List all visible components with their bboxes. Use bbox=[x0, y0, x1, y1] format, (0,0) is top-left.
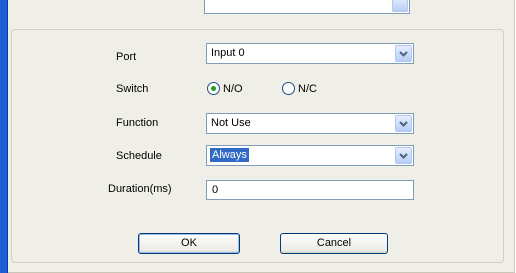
dropdown-button[interactable] bbox=[392, 0, 408, 12]
chevron-down-icon bbox=[399, 121, 408, 127]
function-value: Not Use bbox=[211, 117, 251, 129]
function-select[interactable]: Not Use bbox=[206, 113, 414, 134]
partial-dropdown-field[interactable] bbox=[204, 0, 410, 14]
port-value: Input 0 bbox=[211, 47, 245, 59]
dialog: Port Input 0 Switch N/O N/C Function Not… bbox=[8, 0, 515, 273]
schedule-dropdown-button[interactable] bbox=[395, 147, 412, 164]
schedule-select[interactable]: Always bbox=[206, 145, 414, 166]
schedule-label: Schedule bbox=[116, 150, 162, 162]
switch-radio-nc[interactable]: N/C bbox=[282, 82, 317, 95]
function-label: Function bbox=[116, 117, 159, 129]
port-select[interactable]: Input 0 bbox=[206, 43, 414, 64]
radio-label-no: N/O bbox=[223, 82, 243, 95]
schedule-value: Always bbox=[210, 148, 249, 162]
duration-label: Duration(ms) bbox=[108, 183, 172, 195]
port-dropdown-button[interactable] bbox=[395, 45, 412, 62]
chevron-down-icon bbox=[399, 153, 408, 159]
switch-radio-no[interactable]: N/O bbox=[207, 82, 243, 95]
function-dropdown-button[interactable] bbox=[395, 115, 412, 132]
switch-label: Switch bbox=[116, 83, 149, 95]
window-frame-edge bbox=[0, 0, 8, 273]
port-label: Port bbox=[116, 51, 137, 63]
radio-circle bbox=[207, 82, 220, 95]
duration-input[interactable]: 0 bbox=[206, 180, 414, 200]
ok-button[interactable]: OK bbox=[138, 233, 240, 254]
radio-circle bbox=[282, 82, 295, 95]
radio-label-nc: N/C bbox=[298, 82, 317, 95]
chevron-down-icon bbox=[399, 51, 408, 57]
cancel-button[interactable]: Cancel bbox=[280, 233, 388, 254]
duration-value: 0 bbox=[212, 184, 219, 196]
radio-selected-dot bbox=[211, 86, 216, 91]
